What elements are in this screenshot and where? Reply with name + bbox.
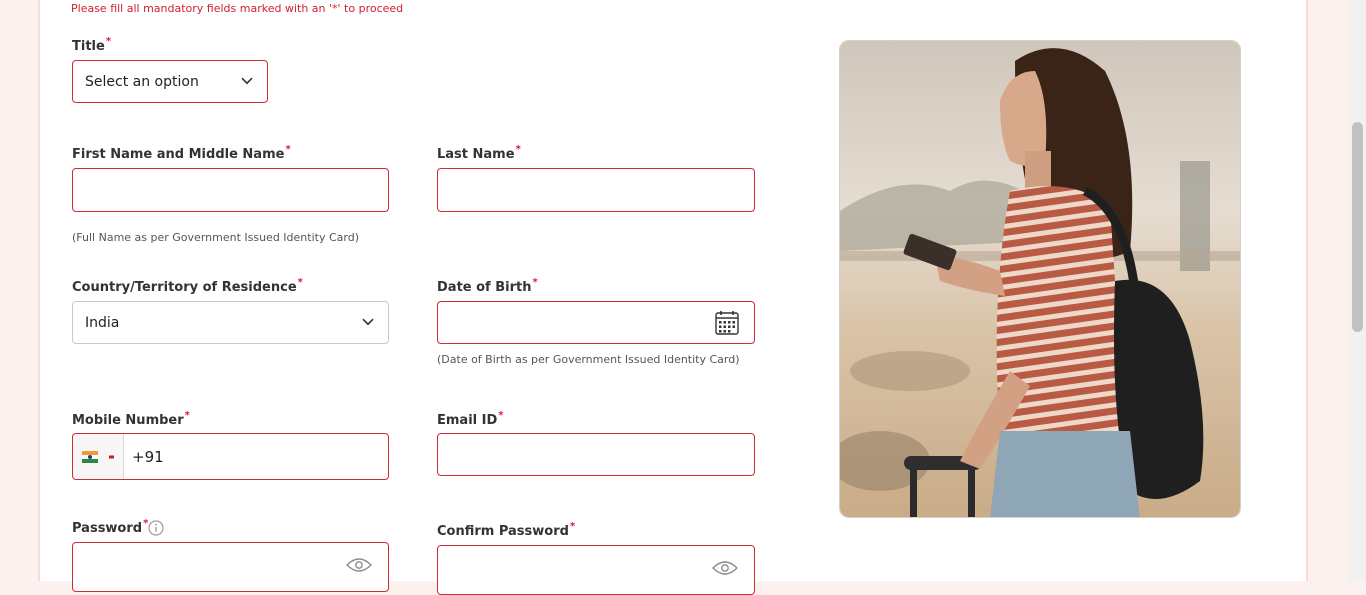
first-name-label-text: First Name and Middle Name <box>72 147 285 162</box>
name-hint: (Full Name as per Government Issued Iden… <box>72 231 359 244</box>
required-marker: * <box>532 277 538 288</box>
required-marker: * <box>285 144 291 155</box>
india-flag-icon <box>82 450 98 463</box>
required-marker: * <box>569 521 576 532</box>
eye-icon[interactable] <box>346 557 372 573</box>
title-select[interactable]: Select an option <box>72 60 268 103</box>
last-name-label-text: Last Name <box>437 147 515 162</box>
scrollbar-thumb[interactable] <box>1352 122 1363 332</box>
dob-label-text: Date of Birth <box>437 280 532 295</box>
required-marker: * <box>184 410 190 421</box>
caret-icon <box>109 455 114 458</box>
title-select-value: Select an option <box>85 73 199 90</box>
confirm-password-label: Confirm Password* <box>437 521 576 539</box>
last-name-input[interactable] <box>437 168 755 212</box>
scrollbar[interactable] <box>1349 0 1366 581</box>
email-label-text: Email ID <box>437 413 498 428</box>
mobile-input[interactable]: +91 <box>72 433 389 480</box>
last-name-label: Last Name* <box>437 144 521 162</box>
country-code-dropdown[interactable] <box>73 434 124 479</box>
password-input[interactable] <box>72 542 389 592</box>
traveler-illustration <box>840 41 1240 517</box>
country-select[interactable]: India <box>72 301 389 344</box>
dob-hint: (Date of Birth as per Government Issued … <box>437 353 740 366</box>
mobile-label-text: Mobile Number <box>72 413 184 428</box>
title-label-text: Title <box>72 39 105 54</box>
password-label: Password* <box>72 518 148 536</box>
email-input[interactable] <box>437 433 755 476</box>
country-label-text: Country/Territory of Residence <box>72 280 297 295</box>
confirm-password-input[interactable] <box>437 545 755 595</box>
password-label-text: Password <box>72 521 143 536</box>
chevron-down-icon <box>362 318 374 325</box>
confirm-password-label-text: Confirm Password <box>437 524 569 539</box>
title-label: Title* <box>72 36 112 54</box>
country-select-value: India <box>85 314 120 331</box>
mobile-label: Mobile Number* <box>72 410 190 428</box>
dob-input[interactable] <box>437 301 755 344</box>
required-marker: * <box>105 36 112 47</box>
required-marker: * <box>297 277 303 288</box>
country-code-value: +91 <box>132 447 164 466</box>
email-label: Email ID* <box>437 410 504 428</box>
first-name-label: First Name and Middle Name* <box>72 144 291 162</box>
traveler-photo <box>839 40 1241 518</box>
mandatory-notice: Please fill all mandatory fields marked … <box>71 2 404 15</box>
first-name-input[interactable] <box>72 168 389 212</box>
eye-icon[interactable] <box>712 560 738 576</box>
required-marker: * <box>498 410 504 421</box>
info-icon[interactable] <box>148 520 164 536</box>
required-marker: * <box>515 144 521 155</box>
chevron-down-icon <box>241 77 253 84</box>
dob-label: Date of Birth* <box>437 277 538 295</box>
calendar-icon[interactable] <box>715 310 739 335</box>
country-label: Country/Territory of Residence* <box>72 277 303 295</box>
